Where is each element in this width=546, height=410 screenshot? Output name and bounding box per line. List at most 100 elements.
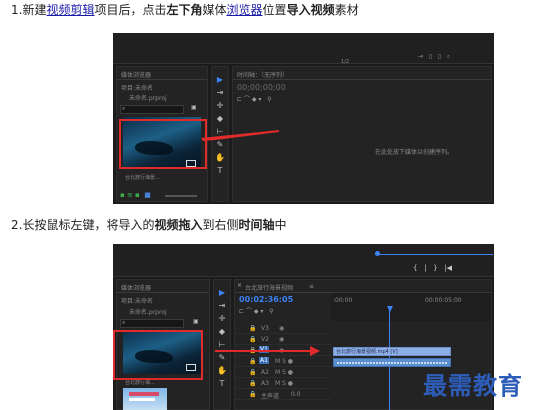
track-label-a1: A1: [259, 357, 269, 364]
clip-name-label-2: 台北旅行海...: [125, 380, 155, 386]
transport-controls-2[interactable]: { | } |◀: [413, 264, 452, 272]
search-icon: ⌕: [122, 105, 126, 112]
video-clip-label: 台北旅行海景视频.mp4 [V]: [336, 349, 398, 355]
track-header-v3[interactable]: 🔒 V3 ◉: [235, 324, 331, 334]
monitor-playhead[interactable]: [375, 251, 380, 256]
track-select-tool-icon-2[interactable]: ⇥: [217, 301, 227, 310]
type-tool-icon[interactable]: T: [215, 166, 225, 175]
video-clip[interactable]: 台北旅行海景视频.mp4 [V]: [333, 347, 451, 356]
track-label-a3: A3: [261, 380, 269, 387]
mute-solo-icons[interactable]: M S ●: [275, 358, 293, 365]
type-tool-icon-2[interactable]: T: [217, 379, 227, 388]
step-2-text-a: 长按鼠标左键，将导入的: [22, 218, 155, 232]
step-1-text-a: 新建: [22, 3, 47, 17]
search-input-2[interactable]: ⌕: [120, 319, 184, 328]
step-1-bold-b: 导入视频: [286, 3, 335, 17]
sequence-tab[interactable]: 台北旅行海景视频: [245, 283, 293, 292]
monitor-fraction: 1/2: [341, 59, 350, 65]
lock-icon[interactable]: 🔒: [249, 358, 256, 365]
step-2-bold-b: 时间轴: [238, 218, 275, 232]
video-editing-link[interactable]: 视频剪辑: [46, 3, 94, 17]
project-label: 项目:未命名: [121, 85, 154, 92]
master-volume-value[interactable]: 0.0: [291, 391, 301, 398]
thumbnail-highlight-box: [119, 119, 207, 169]
timeline-divider: [233, 79, 491, 80]
step-2-bold-a: 视频拖入: [154, 218, 203, 232]
ripple-edit-tool-icon[interactable]: ✛: [215, 101, 225, 110]
lock-icon[interactable]: 🔒: [249, 325, 256, 332]
lock-icon[interactable]: 🔒: [249, 369, 256, 376]
thumbnail-banner: [129, 392, 159, 396]
zoom-slider[interactable]: [165, 195, 197, 197]
step-2-instruction: 2.长按鼠标左键，将导入的视频拖入到右侧时间轴中: [11, 217, 287, 233]
search-input[interactable]: ⌕: [120, 105, 184, 114]
project-label-2: 项目:未命名: [121, 298, 154, 305]
eye-icon[interactable]: ◉: [279, 336, 284, 343]
step-1-text-b: 项目后，点击: [94, 3, 167, 17]
lock-icon[interactable]: 🔒: [249, 336, 256, 343]
hand-tool-icon-2[interactable]: ✋: [217, 366, 227, 375]
timeline-controls-2[interactable]: ⊏ ⌒ ◆ ▾ ⚲: [239, 306, 274, 315]
step-1-text-d: 位置: [262, 3, 287, 17]
step-2-text-c: 中: [274, 218, 287, 232]
step-2-text-b: 到右侧: [202, 218, 239, 232]
project-file-label: 未命名.prproj: [129, 95, 167, 102]
lock-icon[interactable]: 🔒: [249, 391, 256, 398]
selection-tool-icon[interactable]: ▶: [215, 75, 225, 84]
empty-timeline-hint: 在此处放下媒体以创建序列。: [375, 149, 454, 156]
mute-solo-icons[interactable]: M S ●: [275, 369, 293, 376]
track-label-v3: V3: [261, 325, 269, 332]
master-track-label: 主声道: [261, 393, 280, 400]
step-1-text-c: 媒体: [202, 3, 227, 17]
ripple-edit-tool-icon-2[interactable]: ✛: [217, 314, 227, 323]
step-1-bold-a: 左下角: [166, 3, 203, 17]
new-bin-icon[interactable]: ▣: [191, 104, 197, 111]
panel-footer-icons[interactable]: ▪ ≡ ▪ ■: [120, 191, 151, 199]
drag-arrow-2: [215, 346, 320, 356]
panel-divider: [117, 79, 207, 80]
project-file-label-2: 未命名.prproj: [129, 309, 167, 316]
track-select-tool-icon[interactable]: ⇥: [215, 88, 225, 97]
ruler-start-label: :00:00: [333, 297, 353, 304]
sequence-menu-icon[interactable]: ≡: [309, 283, 314, 290]
audio-waveform: [337, 362, 447, 364]
razor-tool-icon[interactable]: ◆: [215, 114, 225, 123]
panel-divider-2: [117, 292, 209, 293]
track-header-a3[interactable]: 🔒 A3 M S ●: [235, 379, 331, 389]
media-browser-title-2: 媒体浏览器: [121, 285, 152, 292]
timeline-tab[interactable]: 时间轴：（无序列）: [237, 70, 288, 79]
media-browser-title: 媒体浏览器: [121, 72, 152, 79]
razor-tool-icon-2[interactable]: ◆: [217, 327, 227, 336]
track-header-master[interactable]: 🔒 主声道 0.0: [235, 390, 331, 400]
step-2-number: 2.: [11, 218, 23, 232]
selection-tool-icon-2[interactable]: ▶: [217, 288, 227, 297]
eye-icon[interactable]: ◉: [279, 325, 284, 332]
screenshot-1: 1/2 ⇥ ▯ ▯ ⌕ 媒体浏览器 项目:未命名 未命名.prproj ⌕ ▣ …: [113, 33, 494, 204]
track-header-v2[interactable]: 🔒 V2 ◉: [235, 335, 331, 345]
search-icon-2: ⌕: [122, 319, 126, 326]
lock-icon[interactable]: 🔒: [249, 380, 256, 387]
monitor-scrub-bar[interactable]: [375, 254, 493, 255]
time-ruler[interactable]: :00:00 00:00:05:00: [331, 293, 491, 321]
thumbnail-highlight-box-2: [113, 330, 203, 380]
thumbnail-caption: [129, 398, 155, 401]
track-header-a1[interactable]: 🔒 A1 M S ●: [235, 357, 331, 367]
sequence-timecode[interactable]: 00:02:36:05: [239, 295, 293, 304]
watermark: 最需教育: [423, 371, 523, 400]
track-label-v2: V2: [261, 336, 269, 343]
step-1-instruction: 1.新建视频剪辑项目后，点击左下角媒体浏览器位置导入视频素材: [11, 2, 359, 18]
second-thumbnail[interactable]: [123, 388, 167, 410]
hand-tool-icon[interactable]: ✋: [215, 153, 225, 162]
track-label-a2: A2: [261, 369, 269, 376]
step-1-number: 1.: [11, 3, 23, 17]
browser-link[interactable]: 浏览器: [227, 3, 263, 17]
timeline-controls[interactable]: ⊏ ⌒ ◆ ▾ ⚲: [237, 94, 272, 103]
track-header-a2[interactable]: 🔒 A2 M S ●: [235, 368, 331, 378]
drag-arrow-1: [201, 130, 279, 141]
new-bin-icon-2[interactable]: ▣: [193, 318, 199, 325]
timeline-menu-icon[interactable]: ×: [237, 282, 242, 289]
mute-solo-icons[interactable]: M S ●: [275, 380, 293, 387]
timeline-timecode[interactable]: 00;00;00;00: [237, 83, 286, 92]
program-monitor-strip: 1/2 ⇥ ▯ ▯ ⌕: [113, 33, 494, 65]
ruler-end-label: 00:00:05:00: [425, 297, 462, 304]
